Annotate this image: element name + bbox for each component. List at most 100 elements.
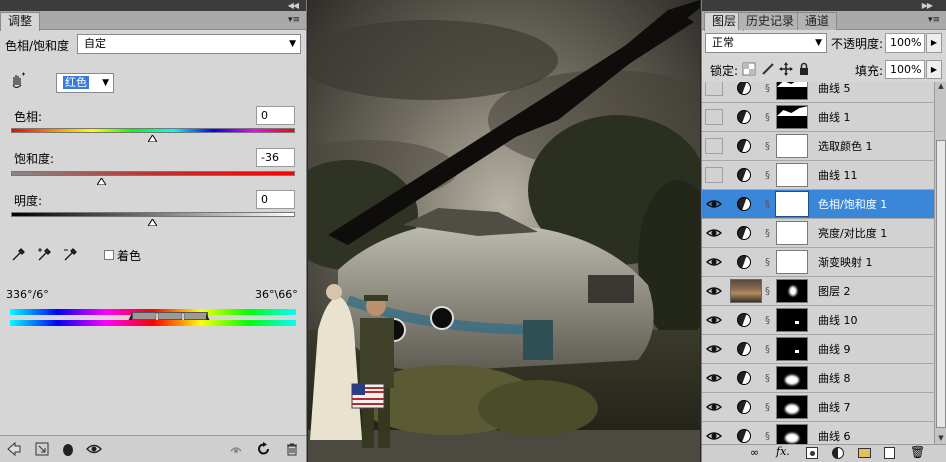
chain-link-icon[interactable]: § (765, 141, 770, 152)
visibility-eye-icon[interactable] (705, 225, 723, 241)
tab-adjustments[interactable]: 调整 (0, 12, 41, 31)
layer-name[interactable]: 曲线 7 (818, 393, 851, 422)
layer-mask-thumbnail[interactable] (776, 82, 808, 100)
layer-name[interactable]: 曲线 1 (818, 103, 851, 132)
layer-mask-thumbnail[interactable] (776, 424, 808, 444)
chain-link-icon[interactable]: § (765, 373, 770, 384)
hue-input[interactable]: 0 (256, 106, 295, 125)
layer-pixel-thumbnail[interactable] (730, 279, 762, 303)
scrollbar-thumb[interactable] (936, 140, 946, 428)
layer-style-icon[interactable]: fx. (776, 445, 790, 458)
lock-transparent-icon[interactable] (742, 62, 756, 76)
opacity-stepper[interactable]: ▶ (926, 33, 942, 53)
trash-icon[interactable]: 🗑 (910, 445, 925, 459)
clip-to-layer-icon[interactable] (34, 441, 50, 457)
layer-row[interactable]: § 曲线 5 (702, 82, 934, 103)
layer-row[interactable]: § 色相/饱和度 1 (702, 190, 934, 219)
layer-mask-thumbnail[interactable] (776, 395, 808, 419)
hue-slider-track[interactable] (11, 128, 295, 133)
layer-mask-thumbnail[interactable] (776, 105, 808, 129)
saturation-slider-track[interactable] (11, 171, 295, 176)
mask-icon[interactable] (60, 441, 76, 457)
preset-dropdown[interactable]: 自定 ▼ (77, 34, 301, 54)
layer-name[interactable]: 图层 2 (818, 277, 851, 306)
lock-icon[interactable] (797, 62, 811, 76)
visibility-eye-icon[interactable] (705, 109, 723, 125)
layer-row[interactable]: § 曲线 9 (702, 335, 934, 364)
lightness-slider-track[interactable] (11, 212, 295, 217)
layer-name[interactable]: 曲线 6 (818, 422, 851, 444)
scroll-down-icon[interactable]: ▼ (935, 434, 946, 444)
colorize-checkbox[interactable] (104, 250, 114, 260)
new-layer-icon[interactable] (884, 447, 895, 459)
layer-name[interactable]: 曲线 8 (818, 364, 851, 393)
chain-link-icon[interactable]: § (765, 286, 770, 297)
blend-mode-dropdown[interactable]: 正常 ▼ (705, 33, 827, 53)
targeted-adjustment-hand-icon[interactable] (8, 71, 28, 91)
visibility-eye-icon[interactable] (705, 196, 723, 212)
layer-name[interactable]: 曲线 10 (818, 306, 858, 335)
lightness-input[interactable]: 0 (256, 190, 295, 209)
layer-mask-thumbnail[interactable] (776, 163, 808, 187)
chain-link-icon[interactable]: § (765, 431, 770, 442)
link-layers-icon[interactable]: ∞ (750, 446, 759, 459)
layer-row[interactable]: § 渐变映射 1 (702, 248, 934, 277)
tab-channels[interactable]: 通道 (797, 12, 838, 30)
layer-mask-thumbnail[interactable] (775, 191, 809, 217)
eyedropper-subtract-icon[interactable] (62, 247, 78, 263)
canvas-photo[interactable] (308, 0, 700, 462)
chain-link-icon[interactable]: § (765, 170, 770, 181)
layer-mask-thumbnail[interactable] (776, 366, 808, 390)
layer-row[interactable]: § 曲线 1 (702, 103, 934, 132)
opacity-input[interactable]: 100% (885, 33, 925, 53)
back-arrow-icon[interactable] (6, 441, 22, 457)
scroll-up-icon[interactable]: ▲ (935, 82, 946, 92)
panel-menu-icon[interactable]: ▾≡ (926, 13, 942, 27)
fill-input[interactable]: 100% (885, 60, 925, 79)
layer-name[interactable]: 曲线 9 (818, 335, 851, 364)
lightness-slider-thumb[interactable] (148, 219, 157, 226)
tab-history[interactable]: 历史记录 (738, 12, 803, 30)
visibility-eye-icon[interactable] (705, 428, 723, 444)
channel-dropdown[interactable]: 红色 ▼ (56, 73, 114, 93)
chain-link-icon[interactable]: § (765, 402, 770, 413)
panel-menu-icon[interactable]: ▾≡ (286, 13, 302, 27)
visibility-eye-icon[interactable] (705, 341, 723, 357)
layer-mask-thumbnail[interactable] (776, 337, 808, 361)
layer-mask-thumbnail[interactable] (776, 279, 808, 303)
chain-link-icon[interactable]: § (765, 228, 770, 239)
layer-row[interactable]: § 曲线 11 (702, 161, 934, 190)
layer-row[interactable]: § 亮度/对比度 1 (702, 219, 934, 248)
layer-mask-thumbnail[interactable] (776, 308, 808, 332)
fill-stepper[interactable]: ▶ (926, 60, 942, 79)
layer-name[interactable]: 曲线 11 (818, 161, 858, 190)
layer-name[interactable]: 选取颜色 1 (818, 132, 873, 161)
layer-row[interactable]: § 曲线 6 (702, 422, 934, 444)
chain-link-icon[interactable]: § (765, 315, 770, 326)
layer-row[interactable]: § 曲线 8 (702, 364, 934, 393)
new-adjustment-layer-icon[interactable] (832, 447, 844, 459)
visibility-eye-icon[interactable] (705, 312, 723, 328)
visibility-eye-icon[interactable] (705, 254, 723, 270)
collapse-arrows-icon[interactable]: ▶▶ (922, 0, 933, 11)
reset-icon[interactable] (256, 441, 272, 457)
eyedropper-add-icon[interactable] (36, 247, 52, 263)
layer-row[interactable]: § 曲线 10 (702, 306, 934, 335)
visibility-eye-icon[interactable] (705, 283, 723, 299)
chain-link-icon[interactable]: § (765, 199, 770, 210)
layer-row[interactable]: § 图层 2 (702, 277, 934, 306)
layer-row[interactable]: § 选取颜色 1 (702, 132, 934, 161)
layer-mask-thumbnail[interactable] (776, 221, 808, 245)
chain-link-icon[interactable]: § (765, 112, 770, 123)
visibility-eye-icon[interactable] (705, 138, 723, 154)
saturation-slider-thumb[interactable] (97, 178, 106, 185)
layer-mask-thumbnail[interactable] (776, 250, 808, 274)
layer-mask-thumbnail[interactable] (776, 134, 808, 158)
new-group-icon[interactable] (858, 448, 871, 458)
layer-name[interactable]: 色相/饱和度 1 (818, 190, 887, 219)
chain-link-icon[interactable]: § (765, 257, 770, 268)
eye-icon[interactable] (86, 441, 102, 457)
visibility-eye-icon[interactable] (705, 82, 723, 96)
brush-icon[interactable] (761, 62, 775, 76)
eyedropper-icon[interactable] (10, 247, 26, 263)
